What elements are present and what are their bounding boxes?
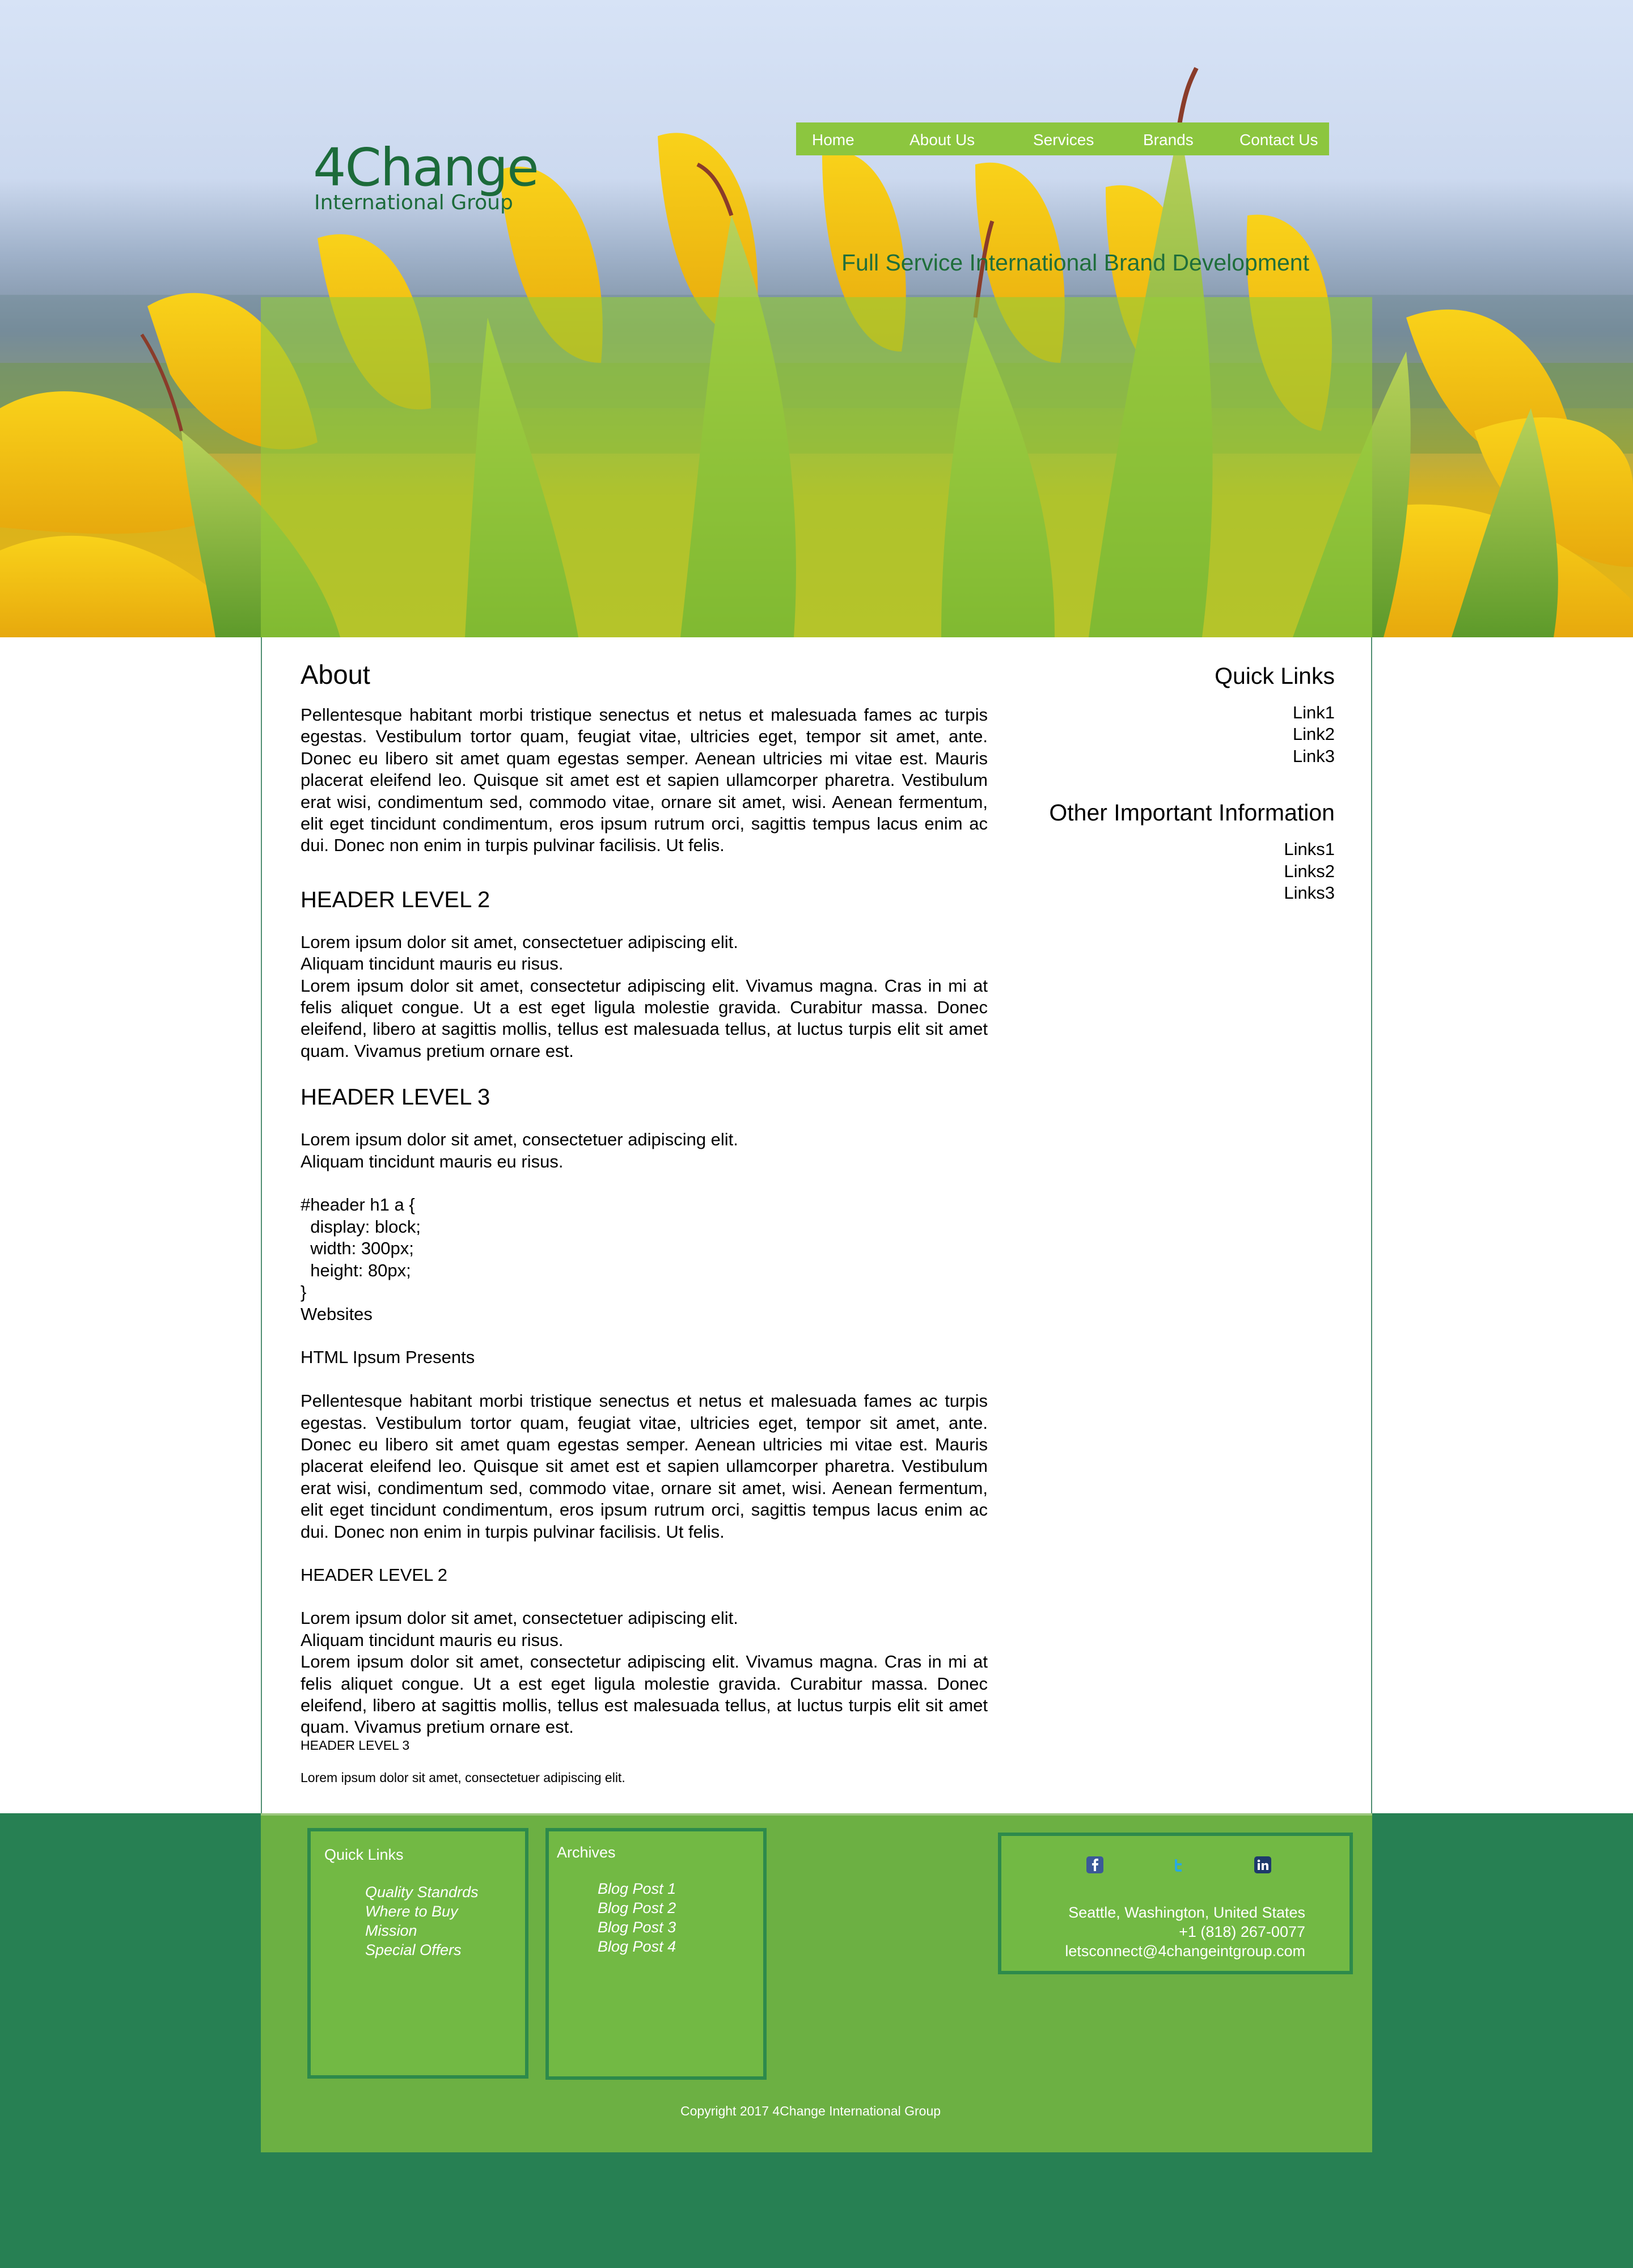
linkedin-icon[interactable] (1254, 1856, 1271, 1873)
sidebar-quick-links-heading: Quick Links (1215, 663, 1335, 689)
footer-blog-post-2[interactable]: Blog Post 2 (598, 1898, 676, 1918)
sidebar-link-1[interactable]: Link1 (1015, 702, 1335, 723)
sidebar-links-3[interactable]: Links3 (1015, 882, 1335, 904)
body-line: Aliquam tincidunt mauris eu risus. (301, 1151, 564, 1171)
footer-location: Seattle, Washington, United States (1068, 1904, 1305, 1921)
websites-text: Websites (301, 1304, 373, 1324)
body-line-small: Lorem ipsum dolor sit amet, consectetuer… (301, 1770, 625, 1785)
footer-archives-heading: Archives (557, 1844, 616, 1861)
body-paragraph: Pellentesque habitant morbi tristique se… (301, 1391, 988, 1542)
body-line: Lorem ipsum dolor sit amet, consectetuer… (301, 1129, 738, 1150)
header-level-3: HEADER LEVEL 3 (301, 1085, 490, 1110)
footer-email[interactable]: letsconnect@4changeintgroup.com (1065, 1941, 1305, 1961)
header-level-2: HEADER LEVEL 2 (301, 887, 490, 912)
nav-contact-us[interactable]: Contact Us (1239, 122, 1318, 155)
sidebar-link-3[interactable]: Link3 (1015, 746, 1335, 767)
footer-quick-links-heading: Quick Links (324, 1846, 404, 1863)
about-paragraph: Pellentesque habitant morbi tristique se… (301, 705, 988, 856)
footer-blog-post-3[interactable]: Blog Post 3 (598, 1918, 676, 1937)
main-navigation: Home About Us Services Brands Contact Us (796, 122, 1329, 155)
hero-tagline: Full Service International Brand Develop… (841, 249, 1309, 276)
body-line: Aliquam tincidunt mauris eu risus. (301, 954, 564, 974)
footer-quick-links-box: Quick Links Quality Standrds Where to Bu… (307, 1828, 528, 2079)
body-line: Lorem ipsum dolor sit amet, consectetuer… (301, 1608, 738, 1628)
facebook-icon[interactable] (1086, 1856, 1103, 1873)
footer-contact-box: Seattle, Washington, United States +1 (8… (998, 1833, 1353, 1974)
footer-blog-post-1[interactable]: Blog Post 1 (598, 1879, 676, 1898)
main-content: About Pellentesque habitant morbi tristi… (301, 658, 988, 1786)
nav-services[interactable]: Services (1033, 122, 1094, 155)
footer-phone[interactable]: +1 (818) 267-0077 (1065, 1922, 1305, 1941)
footer-link-quality[interactable]: Quality Standrds (365, 1882, 479, 1902)
footer-archives-box: Archives Blog Post 1 Blog Post 2 Blog Po… (545, 1828, 767, 2080)
header-level-2-small: HEADER LEVEL 2 (301, 1564, 448, 1585)
nav-about-us[interactable]: About Us (909, 122, 975, 155)
footer-link-special-offers[interactable]: Special Offers (365, 1940, 479, 1960)
sidebar-links-1[interactable]: Links1 (1015, 839, 1335, 860)
body-line: Lorem ipsum dolor sit amet, consectetuer… (301, 932, 738, 952)
sidebar-other-info-heading: Other Important Information (1049, 799, 1335, 826)
footer-copyright: Copyright 2017 4Change International Gro… (680, 2104, 941, 2118)
body-line: Aliquam tincidunt mauris eu risus. (301, 1630, 564, 1650)
footer-blog-post-4[interactable]: Blog Post 4 (598, 1937, 676, 1956)
twitter-icon[interactable] (1169, 1856, 1186, 1873)
logo-subtitle: International Group (314, 191, 513, 214)
logo-wordmark: 4Change (313, 137, 539, 198)
html-ipsum-text: HTML Ipsum Presents (301, 1347, 475, 1368)
code-snippet: #header h1 a { display: block; width: 30… (301, 1195, 421, 1302)
footer-link-where-to-buy[interactable]: Where to Buy (365, 1902, 479, 1921)
sidebar: Quick Links Link1 Link2 Link3 Other Impo… (1015, 658, 1335, 904)
sidebar-link-2[interactable]: Link2 (1015, 723, 1335, 745)
footer-link-mission[interactable]: Mission (365, 1921, 479, 1940)
header-level-3-small: HEADER LEVEL 3 (301, 1737, 410, 1753)
site-logo[interactable]: 4Change International Group (313, 137, 539, 214)
nav-brands[interactable]: Brands (1143, 122, 1194, 155)
hero-overlay-panel (261, 297, 1372, 637)
nav-home[interactable]: Home (812, 122, 854, 155)
body-paragraph: Lorem ipsum dolor sit amet, consectetur … (301, 975, 988, 1061)
sidebar-links-2[interactable]: Links2 (1015, 861, 1335, 882)
about-heading: About (301, 659, 370, 689)
body-paragraph: Lorem ipsum dolor sit amet, consectetur … (301, 1652, 988, 1737)
hero-banner (0, 0, 1633, 637)
